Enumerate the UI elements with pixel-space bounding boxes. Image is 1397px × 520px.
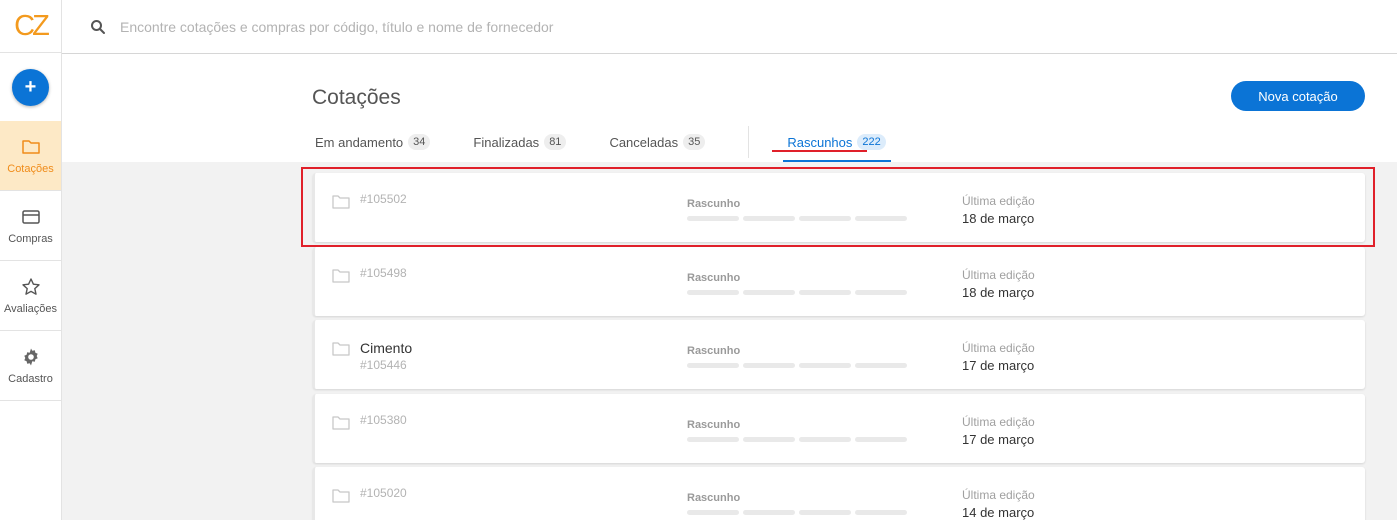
gear-icon — [23, 348, 38, 365]
last-edit-label: Última edição — [962, 268, 1035, 282]
status-label: Rascunho — [687, 419, 741, 431]
draft-list: #105502 Rascunho Última edição 18 de mar… — [62, 162, 1397, 520]
tab-label: Canceladas — [609, 134, 679, 150]
tab-count-badge: 35 — [683, 134, 706, 150]
last-edit-date: 18 de março — [962, 211, 1035, 226]
list-item[interactable]: #105502 Rascunho Última edição 18 de mar… — [313, 173, 1365, 242]
progress-bars — [687, 363, 907, 368]
quote-title: Cimento — [360, 340, 413, 356]
sidebar-item-avaliacoes[interactable]: Avaliações — [0, 261, 61, 331]
sidebar-item-label: Cadastro — [8, 372, 53, 385]
last-edit-date: 17 de março — [962, 432, 1035, 447]
list-item[interactable]: #105380 Rascunho Última edição 17 de mar… — [313, 394, 1365, 463]
tab-em-andamento[interactable]: Em andamento 34 — [315, 130, 431, 154]
folder-icon — [332, 489, 350, 503]
status-label: Rascunho — [687, 198, 741, 210]
page-header: Cotações Nova cotação Em andamento 34 Fi… — [62, 54, 1397, 162]
folder-icon — [332, 195, 350, 209]
last-edit-label: Última edição — [962, 488, 1035, 502]
last-edit-date: 18 de março — [962, 285, 1035, 300]
sidebar: CZ + Cotações Compras Avaliações Cadastr… — [0, 0, 62, 520]
folder-icon — [332, 342, 350, 356]
progress-bars — [687, 290, 907, 295]
add-button[interactable]: + — [12, 68, 49, 106]
tab-count-badge: 34 — [408, 134, 431, 150]
quote-code: #105502 — [360, 192, 407, 206]
tab-label: Em andamento — [315, 134, 404, 150]
quote-code: #105498 — [360, 266, 407, 280]
list-item[interactable]: #105020 Rascunho Última edição 14 de mar… — [313, 467, 1365, 520]
status-label: Rascunho — [687, 272, 741, 284]
list-item[interactable]: #105498 Rascunho Última edição 18 de mar… — [313, 247, 1365, 316]
card-icon — [21, 209, 40, 224]
folder-icon — [21, 139, 40, 154]
quote-code: #105380 — [360, 413, 407, 427]
top-bar — [62, 0, 1397, 54]
tabs: Em andamento 34 Finalizadas 81 Cancelada… — [315, 126, 929, 162]
progress-bars — [687, 510, 907, 515]
last-edit-date: 14 de março — [962, 505, 1035, 520]
new-quote-button[interactable]: Nova cotação — [1231, 81, 1365, 111]
add-wrap: + — [0, 53, 61, 121]
annotation-underline — [772, 150, 867, 152]
search-input[interactable] — [120, 18, 820, 35]
tab-count-badge: 222 — [857, 134, 886, 150]
app: CZ + Cotações Compras Avaliações Cadastr… — [0, 0, 1397, 520]
page-title: Cotações — [312, 86, 401, 109]
sidebar-item-compras[interactable]: Compras — [0, 191, 61, 261]
folder-icon — [332, 269, 350, 283]
status-label: Rascunho — [687, 492, 741, 504]
search-icon — [91, 19, 105, 34]
sidebar-item-label: Cotações — [7, 162, 54, 175]
sidebar-item-cotacoes[interactable]: Cotações — [0, 121, 61, 191]
last-edit-label: Última edição — [962, 194, 1035, 208]
last-edit-label: Última edição — [962, 341, 1035, 355]
sidebar-item-label: Avaliações — [4, 302, 57, 315]
sidebar-item-cadastro[interactable]: Cadastro — [0, 331, 61, 401]
last-edit-label: Última edição — [962, 415, 1035, 429]
progress-bars — [687, 216, 907, 221]
tab-label: Finalizadas — [473, 134, 540, 150]
quote-code: #105446 — [360, 358, 407, 372]
folder-icon — [332, 416, 350, 430]
status-label: Rascunho — [687, 345, 741, 357]
sidebar-item-label: Compras — [8, 232, 53, 245]
tab-label: Rascunhos — [787, 134, 853, 150]
list-item[interactable]: Cimento #105446 Rascunho Última edição 1… — [313, 320, 1365, 389]
star-icon — [21, 277, 40, 295]
logo[interactable]: CZ — [0, 0, 61, 53]
tab-count-badge: 81 — [544, 134, 567, 150]
tab-divider — [748, 126, 750, 158]
last-edit-date: 17 de março — [962, 358, 1035, 373]
tab-finalizadas[interactable]: Finalizadas 81 — [473, 130, 567, 154]
tab-canceladas[interactable]: Canceladas 35 — [609, 130, 706, 154]
quote-code: #105020 — [360, 486, 407, 500]
progress-bars — [687, 437, 907, 442]
